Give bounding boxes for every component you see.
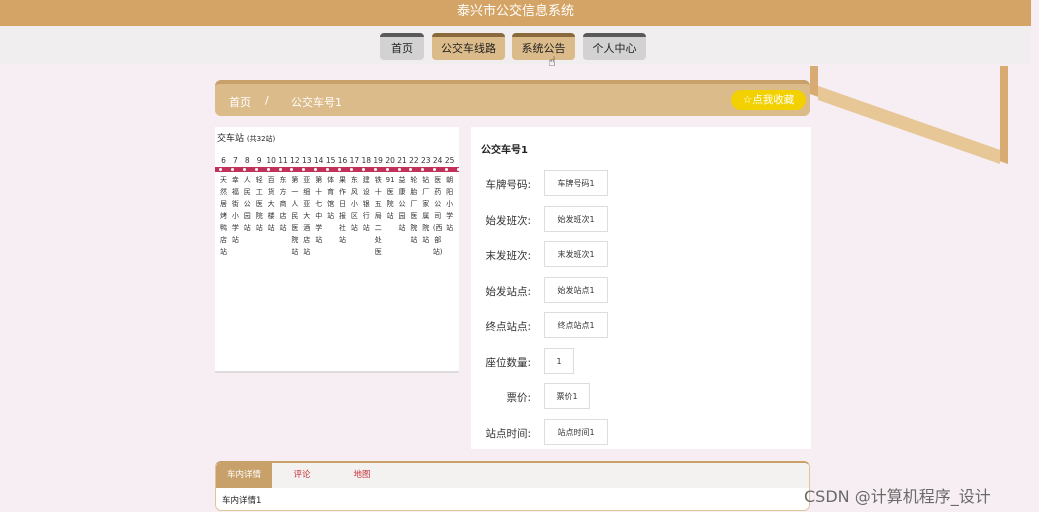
nav-bus-routes[interactable]: 公交车线路: [432, 33, 505, 60]
station-name[interactable]: 果作日报社站: [337, 174, 348, 246]
station-number: 17: [349, 156, 360, 165]
field-label: 终点站点:: [485, 321, 531, 333]
station-number: 19: [373, 156, 383, 165]
detail-tabs: 车内详情 评论 地图 车内详情1: [215, 461, 810, 511]
tab-bus-details[interactable]: 车内详情: [216, 463, 272, 488]
station-number: 20: [385, 156, 395, 165]
field-value: 末发班次1: [544, 241, 608, 267]
route-dot: [373, 168, 377, 171]
route-dot: [361, 168, 365, 171]
station-name[interactable]: 第一人民医院站: [289, 174, 300, 258]
tab-header: 车内详情 评论 地图: [216, 463, 809, 488]
station-name[interactable]: 东方商店站: [278, 174, 289, 234]
station-number: 24: [432, 156, 443, 165]
favorite-button[interactable]: ☆点我收藏: [731, 90, 806, 110]
station-name[interactable]: 东风小区站: [349, 174, 360, 234]
tab-map[interactable]: 地图: [342, 463, 382, 488]
route-dot: [254, 168, 258, 171]
route-title-text: 交车站: [217, 134, 245, 144]
field-label: 车牌号码:: [485, 179, 531, 191]
station-name[interactable]: 第十七中学站: [313, 174, 324, 246]
route-dot: [349, 168, 353, 171]
station-number: 22: [409, 156, 419, 165]
field-value: 车牌号码1: [544, 170, 608, 196]
route-dot: [278, 168, 282, 171]
route-title: 交车站 (共32站): [217, 131, 275, 144]
field-value: 1: [544, 347, 574, 374]
station-name[interactable]: 幸福街小学站: [230, 174, 241, 246]
tab-comments[interactable]: 评论: [282, 463, 322, 488]
field-label: 始发站点:: [485, 285, 531, 298]
station-number: 15: [325, 156, 336, 165]
route-dot: [230, 168, 234, 171]
app-title-bar: 泰兴市公交信息系统: [0, 0, 1031, 26]
station-number: 9: [256, 156, 262, 165]
station-number: 21: [397, 156, 407, 165]
route-dot: [385, 168, 389, 171]
station-number: 25: [444, 156, 455, 165]
field-value: 票价1: [544, 383, 590, 409]
station-number: 7: [233, 156, 238, 165]
route-dot: [266, 168, 270, 171]
station-name[interactable]: 人民公园站: [242, 174, 253, 234]
station-number: 11: [278, 156, 288, 165]
nav-profile[interactable]: 个人中心: [583, 33, 646, 60]
station-name[interactable]: 91医院站: [385, 174, 396, 222]
station-name[interactable]: 朝阳小学站: [444, 174, 455, 234]
route-dot: [242, 168, 246, 171]
station-number: 6: [221, 156, 226, 165]
station-number: 14: [313, 156, 324, 165]
station-name[interactable]: 轮胎厂医院站: [408, 174, 419, 246]
station-number: 18: [361, 156, 372, 165]
route-panel: 交车站 (共32站) 6 7 8 9 10 11 12 13 14 15 16 17 18 19 20 21 2…: [215, 127, 460, 373]
field-value: 始发班次1: [544, 205, 608, 232]
station-name[interactable]: 体育馆站: [325, 174, 336, 222]
station-number: 8: [244, 156, 250, 165]
station-number: 16: [337, 156, 348, 165]
bus-info-panel: 公交车号1 车牌号码: 车牌号码1 始发班次: 始发班次1 末发班次: 末发班次1 始发站点…: [471, 127, 811, 449]
bus-info-title: 公交车号1: [481, 145, 528, 156]
route-station-count: (共32站): [246, 135, 276, 143]
breadcrumb-current: 公交车号1: [291, 96, 342, 109]
station-name[interactable]: 亚细亚大酒店站: [301, 174, 312, 258]
field-label: 站点时间:: [485, 427, 531, 440]
app-title: 泰兴市公交信息系统: [456, 4, 574, 19]
field-label: 末发班次:: [485, 250, 531, 262]
station-name[interactable]: 百货大楼站: [266, 174, 277, 234]
station-number: 12: [290, 156, 300, 165]
breadcrumb-separator: /: [265, 94, 269, 107]
hand-cursor-icon: ☝: [548, 55, 556, 70]
station-name[interactable]: 铁十五局二处医: [373, 174, 384, 258]
route-dot: [457, 168, 460, 171]
field-value: 始发站点1: [544, 276, 608, 303]
field-value: 站点时间1: [544, 418, 608, 445]
breadcrumb-home[interactable]: 首页: [229, 94, 251, 110]
field-value: 终点站点1: [544, 312, 608, 338]
station-name[interactable]: 轻工医院站: [254, 174, 265, 234]
station-name[interactable]: 钻厂家属院站: [420, 174, 431, 246]
station-number: 10: [266, 156, 276, 165]
decorative-frame: [810, 66, 1008, 164]
tab-content: 车内详情1: [222, 496, 262, 506]
route-dot: [397, 168, 401, 171]
nav-home[interactable]: 首页: [380, 33, 424, 60]
nav-announcements[interactable]: 系统公告: [512, 33, 575, 60]
station-name[interactable]: 建设银行站: [361, 174, 372, 234]
breadcrumb: 首页 / 公交车号1: [215, 80, 810, 116]
station-name[interactable]: 益康公园站: [397, 174, 408, 234]
field-label: 始发班次:: [485, 214, 531, 227]
station-number: 23: [421, 156, 431, 165]
field-label: 票价:: [506, 392, 531, 404]
watermark: CSDN @计算机程序_设计: [804, 487, 991, 506]
station-name[interactable]: 天然居烤鸭店站: [218, 174, 229, 258]
field-label: 座位数量:: [485, 356, 531, 369]
route-dot: [219, 168, 222, 171]
station-number: 13: [302, 156, 312, 165]
route-dot: [338, 168, 341, 171]
station-name[interactable]: 医药公司(西部站): [432, 174, 443, 258]
